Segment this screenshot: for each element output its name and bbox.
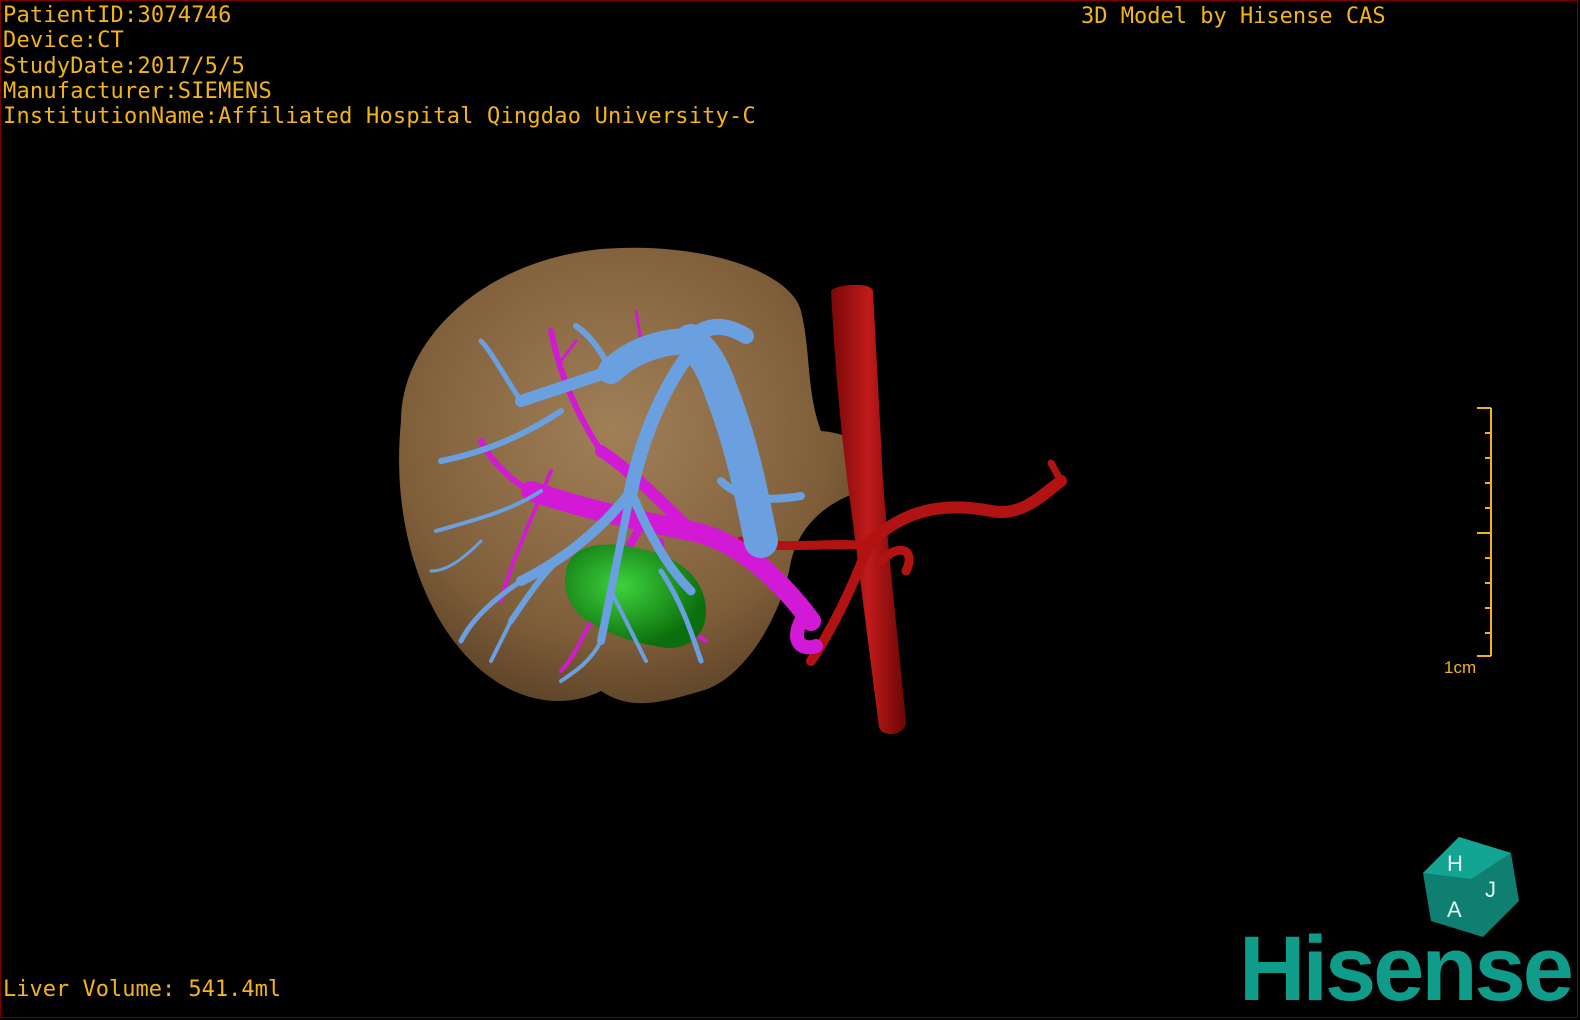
patient-id-text: PatientID:3074746 [3, 3, 232, 28]
liver-volume-text: Liver Volume: 541.4ml [3, 977, 282, 1002]
hisense-wordmark: Hisense [1239, 918, 1574, 1020]
study-date-text: StudyDate:2017/5/5 [3, 53, 246, 79]
model-credit-text: 3D Model by Hisense CAS [1081, 4, 1386, 29]
dicom-info-overlay: PatientID:3074746 Device:CT StudyDate:20… [3, 3, 756, 129]
scale-label: 1cm [1444, 658, 1477, 677]
svg-text:J: J [1485, 877, 1496, 902]
scale-bar [1477, 407, 1492, 657]
institution-text: InstitutionName:Affiliated Hospital Qing… [3, 104, 756, 130]
liver-3d-model[interactable] [361, 241, 1101, 751]
manufacturer-text: Manufacturer:SIEMENS [3, 78, 272, 104]
svg-text:H: H [1447, 851, 1463, 876]
3d-viewport[interactable]: PatientID:3074746 Device:CT StudyDate:20… [0, 0, 1578, 1018]
aorta [831, 284, 907, 735]
device-text: Device:CT [3, 28, 125, 54]
